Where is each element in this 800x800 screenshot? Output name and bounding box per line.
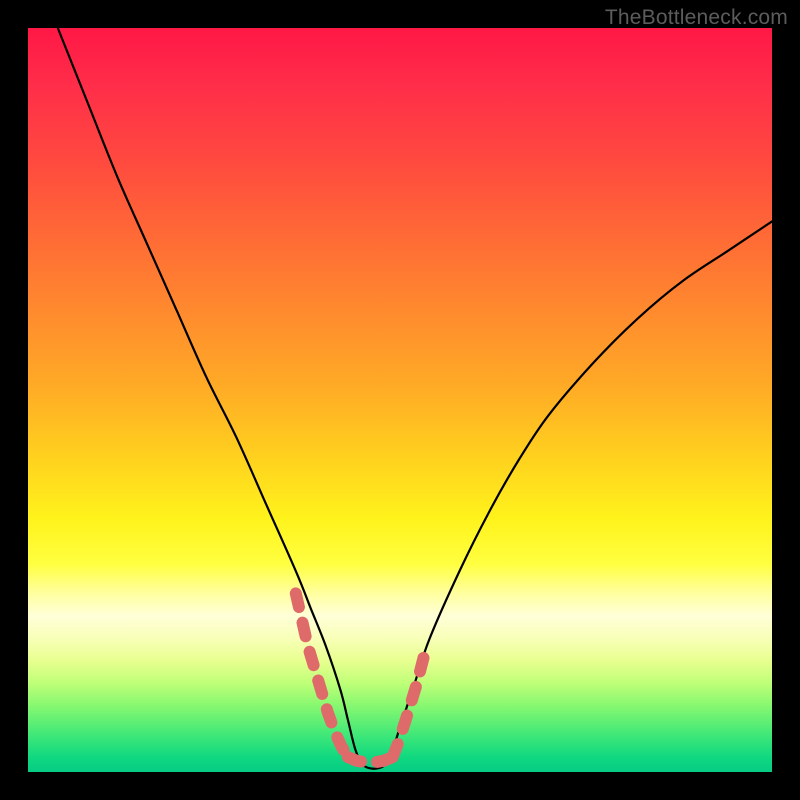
curve-svg: [28, 28, 772, 772]
dash-left: [296, 593, 348, 757]
plot-area: [28, 28, 772, 772]
chart-frame: TheBottleneck.com: [0, 0, 800, 800]
main-curve: [58, 28, 772, 769]
watermark-text: TheBottleneck.com: [605, 6, 788, 30]
dash-right: [393, 657, 424, 757]
dash-bottom: [348, 757, 393, 762]
